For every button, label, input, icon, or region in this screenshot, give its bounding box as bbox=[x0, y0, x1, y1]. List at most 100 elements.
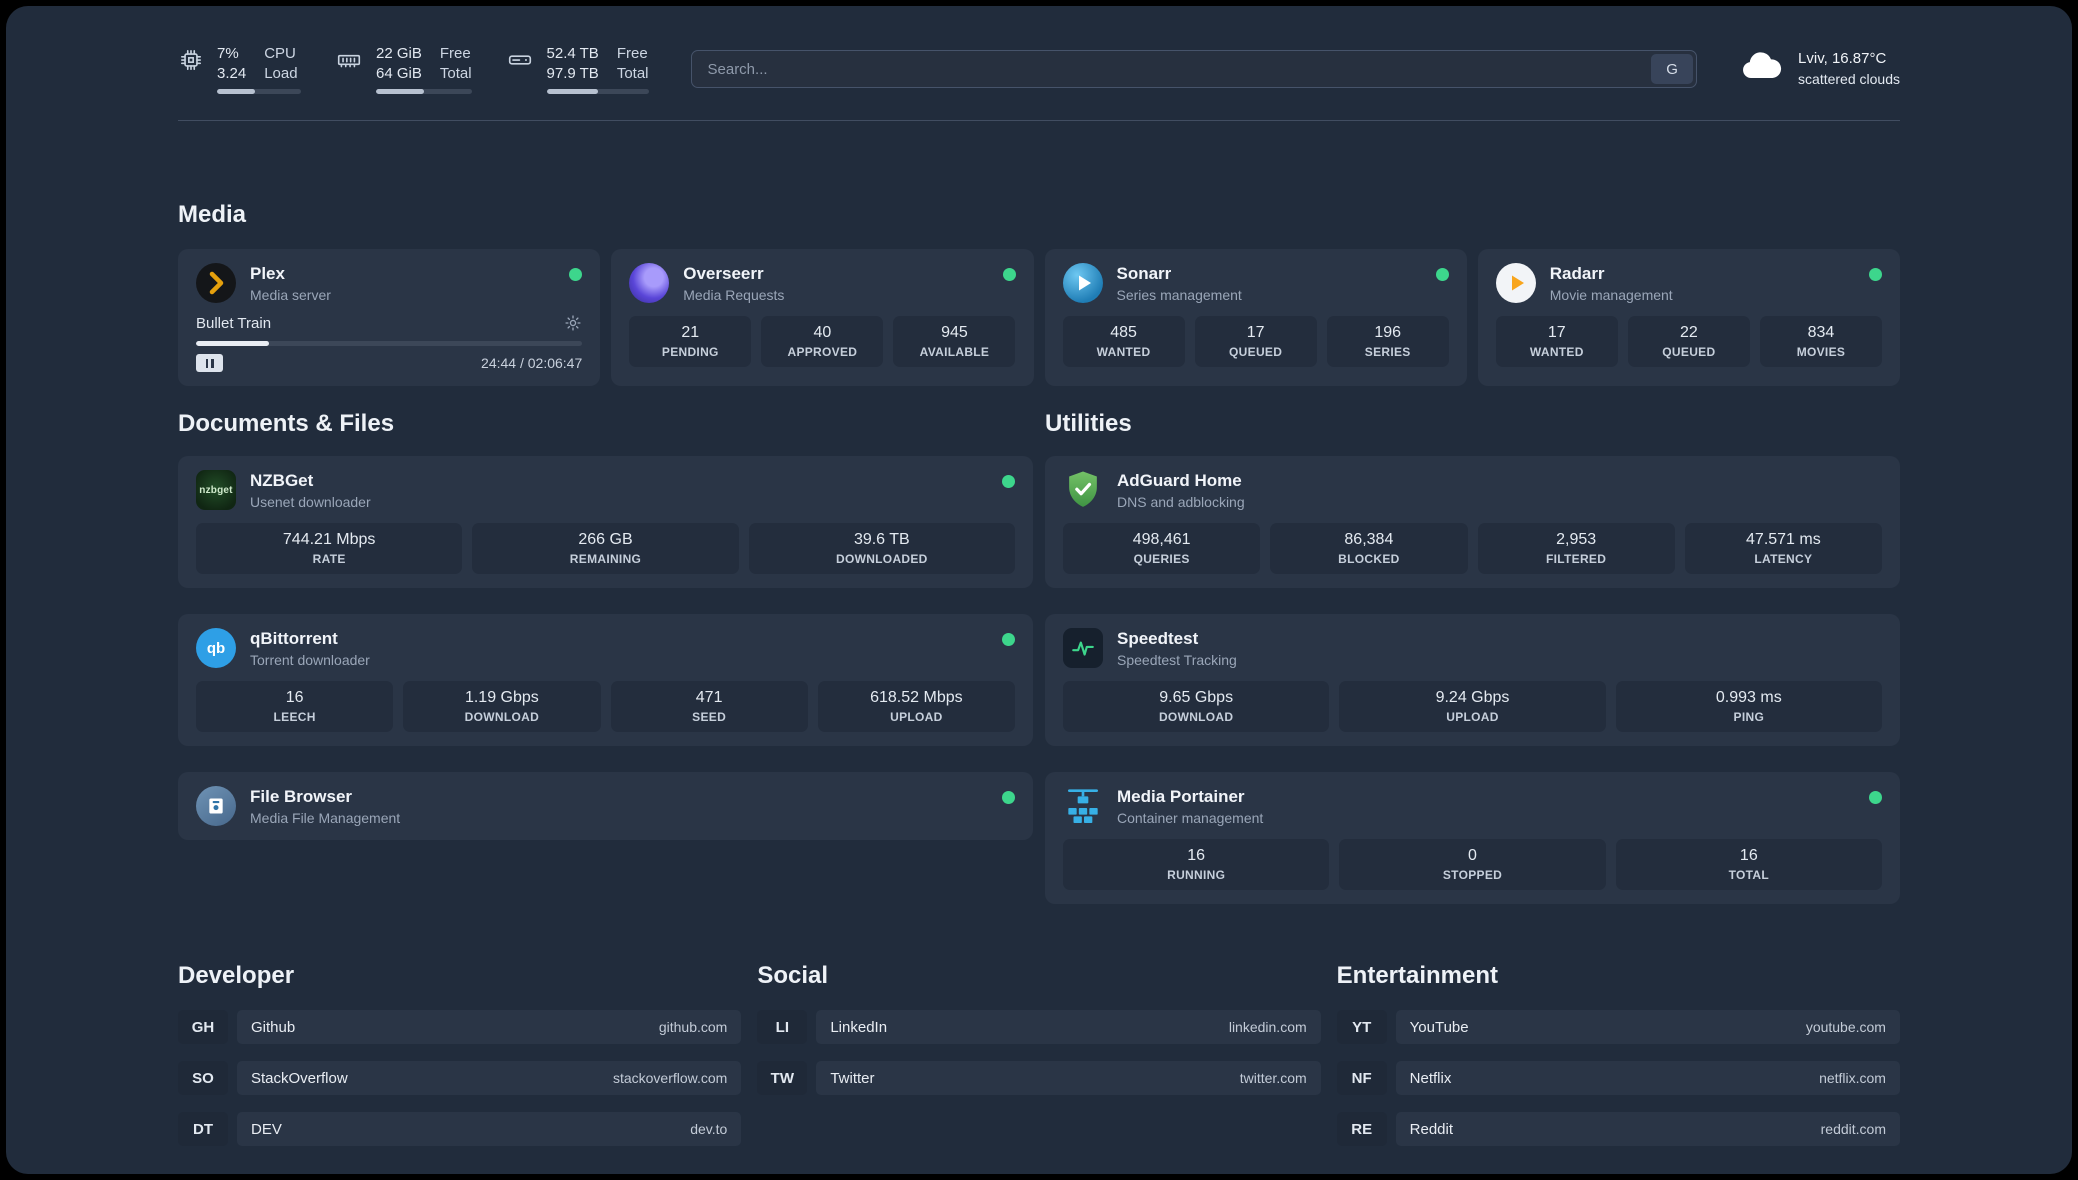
search-engine-button[interactable]: G bbox=[1651, 54, 1693, 84]
bookmark-url: stackoverflow.com bbox=[613, 1070, 727, 1086]
bookmark-youtube[interactable]: YT YouTube youtube.com bbox=[1337, 1010, 1900, 1044]
search-bar: G bbox=[691, 50, 1698, 88]
app-name: File Browser bbox=[250, 787, 988, 807]
bookmark-abbr: LI bbox=[757, 1010, 807, 1044]
stat-pending: 21PENDING bbox=[629, 316, 751, 367]
bookmark-twitter[interactable]: TW Twitter twitter.com bbox=[757, 1061, 1320, 1095]
cpu-readout: 7% 3.24 CPU Load bbox=[217, 44, 301, 94]
status-indicator bbox=[1003, 268, 1016, 281]
stats-row: 17WANTED 22QUEUED 834MOVIES bbox=[1496, 316, 1882, 367]
disk-readout: 52.4 TB 97.9 TB Free Total bbox=[547, 44, 649, 94]
app-name: Plex bbox=[250, 264, 555, 284]
app-description: Media Requests bbox=[683, 287, 988, 303]
stat-remaining: 266 GBREMAINING bbox=[472, 523, 738, 574]
app-card-portainer[interactable]: Media Portainer Container management 16R… bbox=[1045, 772, 1900, 904]
bookmark-abbr: DT bbox=[178, 1112, 228, 1146]
stat-wanted: 485WANTED bbox=[1063, 316, 1185, 367]
bookmark-github[interactable]: GH Github github.com bbox=[178, 1010, 741, 1044]
top-bar: 7% 3.24 CPU Load bbox=[178, 44, 1900, 94]
app-description: DNS and adblocking bbox=[1117, 494, 1882, 510]
bookmark-abbr: TW bbox=[757, 1061, 807, 1095]
search-input[interactable] bbox=[692, 51, 1649, 87]
stat-seed: 471SEED bbox=[611, 681, 808, 732]
app-card-adguard[interactable]: AdGuard Home DNS and adblocking 498,461Q… bbox=[1045, 456, 1900, 588]
bookmark-name: Netflix bbox=[1410, 1070, 1452, 1087]
overseerr-icon bbox=[629, 263, 669, 303]
stats-row: 16LEECH 1.19 GbpsDOWNLOAD 471SEED 618.52… bbox=[196, 681, 1015, 732]
stat-latency: 47.571 msLATENCY bbox=[1685, 523, 1882, 574]
radarr-icon bbox=[1496, 263, 1536, 303]
section-title-utilities: Utilities bbox=[1045, 410, 1900, 438]
app-card-overseerr[interactable]: Overseerr Media Requests 21PENDING 40APP… bbox=[611, 249, 1033, 386]
speedtest-icon bbox=[1063, 628, 1103, 668]
app-card-speedtest[interactable]: Speedtest Speedtest Tracking 9.65 GbpsDO… bbox=[1045, 614, 1900, 746]
filebrowser-icon bbox=[196, 786, 236, 826]
app-description: Usenet downloader bbox=[250, 494, 988, 510]
app-card-radarr[interactable]: Radarr Movie management 17WANTED 22QUEUE… bbox=[1478, 249, 1900, 386]
bookmark-column-developer: Developer GH Github github.com SO StackO… bbox=[178, 962, 741, 1163]
section-title-entertainment: Entertainment bbox=[1337, 962, 1900, 990]
cpu-label: CPU bbox=[264, 44, 297, 64]
section-documents: Documents & Files nzbget NZBGet Usenet d… bbox=[178, 410, 1033, 904]
app-name: NZBGet bbox=[250, 471, 988, 491]
stat-running: 16RUNNING bbox=[1063, 839, 1329, 890]
app-card-filebrowser[interactable]: File Browser Media File Management bbox=[178, 772, 1033, 840]
section-title-media: Media bbox=[178, 201, 1900, 229]
cpu-widget: 7% 3.24 CPU Load bbox=[178, 44, 301, 94]
app-card-plex[interactable]: Plex Media server Bullet Train bbox=[178, 249, 600, 386]
cpu-load-value: 3.24 bbox=[217, 64, 246, 84]
app-description: Movie management bbox=[1550, 287, 1855, 303]
cloud-icon bbox=[1739, 50, 1785, 87]
bookmark-reddit[interactable]: RE Reddit reddit.com bbox=[1337, 1112, 1900, 1146]
stat-downloaded: 39.6 TBDOWNLOADED bbox=[749, 523, 1015, 574]
bookmark-abbr: SO bbox=[178, 1061, 228, 1095]
ram-meter bbox=[376, 89, 472, 94]
stat-filtered: 2,953FILTERED bbox=[1478, 523, 1675, 574]
app-card-sonarr[interactable]: Sonarr Series management 485WANTED 17QUE… bbox=[1045, 249, 1467, 386]
stat-series: 196SERIES bbox=[1327, 316, 1449, 367]
bookmark-dev[interactable]: DT DEV dev.to bbox=[178, 1112, 741, 1146]
bookmark-url: linkedin.com bbox=[1229, 1019, 1307, 1035]
stat-available: 945AVAILABLE bbox=[893, 316, 1015, 367]
bookmark-stackoverflow[interactable]: SO StackOverflow stackoverflow.com bbox=[178, 1061, 741, 1095]
stat-rate: 744.21 MbpsRATE bbox=[196, 523, 462, 574]
playback-time: 24:44 / 02:06:47 bbox=[481, 355, 582, 371]
stats-row: 744.21 MbpsRATE 266 GBREMAINING 39.6 TBD… bbox=[196, 523, 1015, 574]
disk-free-label: Free bbox=[617, 44, 649, 64]
section-title-documents: Documents & Files bbox=[178, 410, 1033, 438]
app-name: AdGuard Home bbox=[1117, 471, 1882, 491]
app-card-nzbget[interactable]: nzbget NZBGet Usenet downloader 744.21 M… bbox=[178, 456, 1033, 588]
status-indicator bbox=[569, 268, 582, 281]
status-indicator bbox=[1869, 268, 1882, 281]
bookmark-netflix[interactable]: NF Netflix netflix.com bbox=[1337, 1061, 1900, 1095]
status-indicator bbox=[1002, 791, 1015, 804]
stats-row: 485WANTED 17QUEUED 196SERIES bbox=[1063, 316, 1449, 367]
playback-progress-bar[interactable] bbox=[196, 341, 582, 346]
bookmark-abbr: NF bbox=[1337, 1061, 1387, 1095]
stat-queued: 17QUEUED bbox=[1195, 316, 1317, 367]
system-stats: 7% 3.24 CPU Load bbox=[178, 44, 649, 94]
bookmark-abbr: GH bbox=[178, 1010, 228, 1044]
app-card-qbittorrent[interactable]: qb qBittorrent Torrent downloader 16LEEC… bbox=[178, 614, 1033, 746]
weather-condition: scattered clouds bbox=[1798, 70, 1900, 89]
bookmark-abbr: YT bbox=[1337, 1010, 1387, 1044]
disk-free-value: 52.4 TB bbox=[547, 44, 599, 64]
app-name: Speedtest bbox=[1117, 629, 1882, 649]
bookmark-name: Twitter bbox=[830, 1070, 874, 1087]
now-playing-widget: Bullet Train 24:44 / 02:06:47 bbox=[196, 314, 582, 372]
bookmark-url: netflix.com bbox=[1819, 1070, 1886, 1086]
ram-total-label: Total bbox=[440, 64, 472, 84]
now-playing-title: Bullet Train bbox=[196, 315, 271, 332]
bookmark-linkedin[interactable]: LI LinkedIn linkedin.com bbox=[757, 1010, 1320, 1044]
settings-gear-icon[interactable] bbox=[564, 314, 582, 332]
status-indicator bbox=[1002, 475, 1015, 488]
app-description: Series management bbox=[1117, 287, 1422, 303]
weather-location: Lviv, 16.87°C bbox=[1798, 49, 1900, 69]
app-description: Container management bbox=[1117, 810, 1855, 826]
app-name: Radarr bbox=[1550, 264, 1855, 284]
bookmark-column-social: Social LI LinkedIn linkedin.com TW Twitt… bbox=[757, 962, 1320, 1112]
portainer-crane-icon bbox=[1063, 786, 1103, 826]
status-indicator bbox=[1869, 791, 1882, 804]
pause-button[interactable] bbox=[196, 354, 223, 372]
stat-ping: 0.993 msPING bbox=[1616, 681, 1882, 732]
